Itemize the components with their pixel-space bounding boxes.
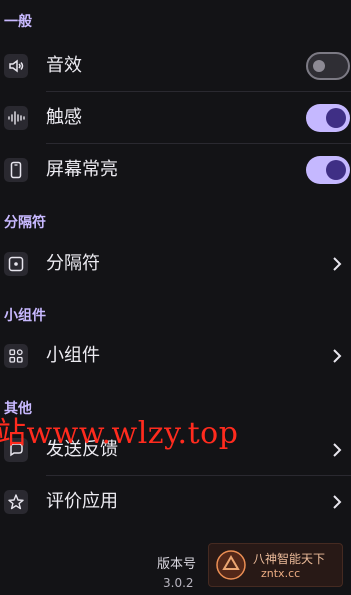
version-value: 3.0.2	[163, 576, 194, 590]
setting-label-widgets: 小组件	[46, 345, 100, 366]
watermark-badge-title: 八神智能天下	[253, 552, 326, 566]
haptics-toggle[interactable]	[306, 104, 350, 132]
setting-row-rate[interactable]: 评价应用	[0, 476, 351, 528]
setting-row-widgets[interactable]: 小组件	[0, 330, 351, 382]
setting-label-screen-on: 屏幕常亮	[46, 159, 118, 180]
setting-row-haptics[interactable]: 触感	[0, 92, 351, 144]
widgets-icon	[4, 344, 28, 368]
setting-label-divider: 分隔符	[46, 253, 100, 274]
setting-row-screen-on[interactable]: 屏幕常亮	[0, 144, 351, 196]
chevron-right-icon	[333, 257, 342, 271]
version-label: 版本号	[157, 557, 197, 572]
setting-row-divider[interactable]: 分隔符	[0, 238, 351, 290]
screen-on-toggle[interactable]	[306, 156, 350, 184]
watermark-logo-icon	[216, 550, 246, 580]
watermark-badge-site: zntx.cc	[261, 567, 301, 580]
section-title-widgets: 小组件	[4, 308, 46, 324]
vibration-icon	[4, 106, 28, 130]
chevron-right-icon	[333, 349, 342, 363]
sound-toggle[interactable]	[306, 52, 350, 80]
star-icon	[4, 490, 28, 514]
section-title-divider: 分隔符	[4, 215, 46, 231]
setting-row-sound[interactable]: 音效	[0, 40, 351, 92]
toggle-knob	[313, 60, 325, 72]
chevron-right-icon	[333, 443, 342, 457]
toggle-knob	[326, 160, 346, 180]
setting-label-rate: 评价应用	[46, 491, 118, 512]
toggle-knob	[326, 108, 346, 128]
setting-label-haptics: 触感	[46, 107, 82, 128]
watermark-text: 站www.wlzy.top	[0, 416, 239, 451]
speaker-icon	[4, 54, 28, 78]
divider-icon	[4, 252, 28, 276]
chevron-right-icon	[333, 495, 342, 509]
setting-label-sound: 音效	[46, 55, 82, 76]
watermark-badge: 八神智能天下 zntx.cc	[208, 543, 343, 587]
phone-icon	[4, 158, 28, 182]
section-title-general: 一般	[4, 14, 32, 30]
